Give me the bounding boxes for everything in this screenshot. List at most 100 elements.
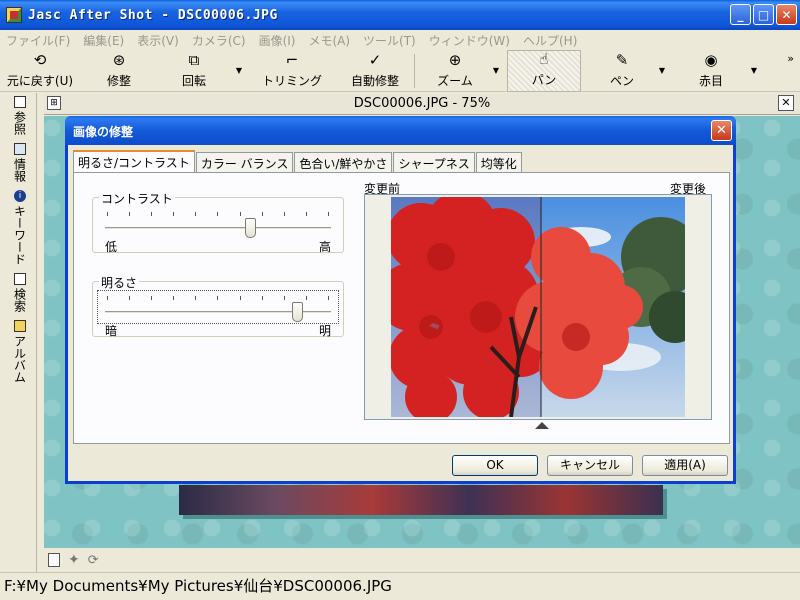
status-bar: F:¥My Documents¥My Pictures¥仙台¥DSC00006.… <box>0 572 800 600</box>
tab-brightness-contrast[interactable]: 明るさ/コントラスト <box>73 150 195 172</box>
preview-splitter-handle[interactable] <box>535 422 549 429</box>
pen-button[interactable]: ✎ ペン ▼ <box>585 50 665 92</box>
preview-image <box>391 197 685 417</box>
toolbar: ⟲ 元に戻す(U) ⊛ 修整 ⧉ 回転 ▼ ⌐ トリミング ✓ 自動修整 ⊕ ズ… <box>0 50 800 92</box>
pan-label: パン <box>531 73 557 87</box>
cancel-button[interactable]: キャンセル <box>547 455 633 476</box>
contrast-high-label: 高 <box>318 240 331 254</box>
side-tab-keyword-label: キーワード <box>12 205 27 265</box>
auto-repair-icon: ✓ <box>368 51 382 69</box>
brightness-high-label: 明 <box>318 324 331 338</box>
menu-edit[interactable]: 編集(E) <box>83 32 124 49</box>
trim-button[interactable]: ⌐ トリミング <box>248 50 336 92</box>
window-title: Jasc After Shot - DSC00006.JPG <box>28 7 278 23</box>
dialog-tabs: 明るさ/コントラスト カラー バランス 色合い/鮮やかさ シャープネス 均等化 <box>73 150 523 172</box>
brightness-label: 明るさ <box>99 274 140 291</box>
undo-button[interactable]: ⟲ 元に戻す(U) <box>0 50 80 92</box>
menu-image[interactable]: 画像(I) <box>259 32 296 49</box>
menu-help[interactable]: ヘルプ(H) <box>523 32 577 49</box>
dialog-title-bar: 画像の修整 ✕ <box>65 116 736 145</box>
zoom-button[interactable]: ⊕ ズーム ▼ <box>415 50 499 92</box>
search-icon <box>14 273 26 285</box>
side-tab-info[interactable]: 情報 <box>12 143 29 182</box>
trim-label: トリミング <box>261 74 322 88</box>
rotate-button[interactable]: ⧉ 回転 ▼ <box>158 50 242 92</box>
side-tab-browse[interactable]: 参照 <box>12 96 29 135</box>
side-tab-album-label: アルバム <box>12 335 27 383</box>
side-tab-info-label: 情報 <box>12 158 27 182</box>
eye-icon: ◉ <box>704 51 718 69</box>
zoom-icon: ⊕ <box>448 51 462 69</box>
side-panel: 参照 情報 i キーワード 検索 アルバム <box>0 93 42 573</box>
menu-bar: ファイル(F) 編集(E) 表示(V) カメラ(C) 画像(I) メモ(A) ツ… <box>0 30 800 50</box>
rotate-label: 回転 <box>181 74 206 88</box>
album-icon <box>14 320 26 332</box>
contrast-group: コントラスト 低 高 <box>92 190 344 254</box>
menu-window[interactable]: ウィンドウ(W) <box>429 32 510 49</box>
app-icon <box>6 7 22 23</box>
menu-camera[interactable]: カメラ(C) <box>192 32 246 49</box>
toolbar-overflow-icon[interactable]: » <box>787 52 794 65</box>
document-close-button[interactable]: ✕ <box>778 95 794 111</box>
tab-sharpness[interactable]: シャープネス <box>393 152 475 172</box>
menu-tools[interactable]: ツール(T) <box>363 32 416 49</box>
pen-dropdown-icon[interactable]: ▼ <box>659 66 665 75</box>
rotate-dropdown-icon[interactable]: ▼ <box>236 66 242 75</box>
status-path: F:¥My Documents¥My Pictures¥仙台¥DSC00006.… <box>4 577 392 595</box>
pen-label: ペン <box>609 74 634 88</box>
side-tab-keyword[interactable]: i キーワード <box>12 190 29 265</box>
puzzle-icon[interactable]: ✦ <box>68 552 80 568</box>
redeye-label: 赤目 <box>698 74 723 88</box>
contrast-ticks <box>107 212 329 216</box>
background-photo <box>179 485 663 515</box>
pen-icon: ✎ <box>615 51 629 69</box>
crop-icon: ⌐ <box>285 51 299 69</box>
brightness-slider-thumb[interactable] <box>292 302 304 322</box>
brightness-ticks <box>107 296 329 300</box>
auto-repair-button[interactable]: ✓ 自動修整 <box>336 50 414 92</box>
dialog-title: 画像の修整 <box>73 125 134 139</box>
refresh-icon[interactable]: ⟳ <box>88 553 99 568</box>
zoom-dropdown-icon[interactable]: ▼ <box>493 66 499 75</box>
zoom-label: ズーム <box>437 74 473 88</box>
brightness-group: 明るさ 暗 明 <box>92 274 344 338</box>
side-tab-album[interactable]: アルバム <box>12 320 29 383</box>
brightness-low-label: 暗 <box>105 324 118 338</box>
repair-button[interactable]: ⊛ 修整 <box>80 50 158 92</box>
side-panel-divider <box>36 93 37 573</box>
menu-memo[interactable]: メモ(A) <box>308 32 350 49</box>
repair-icon: ⊛ <box>112 51 126 69</box>
apply-button[interactable]: 適用(A) <box>642 455 728 476</box>
menu-file[interactable]: ファイル(F) <box>6 32 70 49</box>
pan-button[interactable]: ☝ パン <box>507 50 581 92</box>
tab-color-balance[interactable]: カラー バランス <box>195 152 294 172</box>
preview-panel <box>364 194 712 420</box>
undo-icon: ⟲ <box>33 51 47 69</box>
auto-repair-label: 自動修整 <box>350 74 399 88</box>
maximize-button[interactable]: □ <box>753 4 774 25</box>
close-button[interactable]: ✕ <box>776 4 797 25</box>
keyword-icon: i <box>14 190 26 202</box>
contrast-slider-track[interactable] <box>105 227 331 230</box>
info-doc-icon <box>14 143 26 155</box>
rotate-icon: ⧉ <box>188 51 200 69</box>
bottom-toolbar: ✦ ⟳ <box>44 548 800 572</box>
new-doc-icon[interactable] <box>48 553 60 567</box>
side-tab-search[interactable]: 検索 <box>12 273 29 312</box>
contrast-low-label: 低 <box>105 240 118 254</box>
dialog-close-button[interactable]: ✕ <box>711 120 732 141</box>
tab-equalize[interactable]: 均等化 <box>475 152 522 172</box>
redeye-dropdown-icon[interactable]: ▼ <box>751 66 757 75</box>
hand-icon: ☝ <box>539 50 549 68</box>
undo-label: 元に戻す(U) <box>6 74 74 88</box>
image-repair-dialog: 画像の修整 ✕ 明るさ/コントラスト カラー バランス 色合い/鮮やかさ シャー… <box>65 116 736 484</box>
side-tab-search-label: 検索 <box>12 288 27 312</box>
contrast-slider-thumb[interactable] <box>244 218 256 238</box>
menu-view[interactable]: 表示(V) <box>137 32 179 49</box>
minimize-button[interactable]: _ <box>730 4 751 25</box>
side-tab-browse-label: 参照 <box>12 111 27 135</box>
ok-button[interactable]: OK <box>452 455 538 476</box>
redeye-button[interactable]: ◉ 赤目 ▼ <box>671 50 757 92</box>
document-header: ⊞ DSC00006.JPG - 75% ✕ <box>44 93 800 115</box>
tab-hue-saturation[interactable]: 色合い/鮮やかさ <box>294 152 393 172</box>
